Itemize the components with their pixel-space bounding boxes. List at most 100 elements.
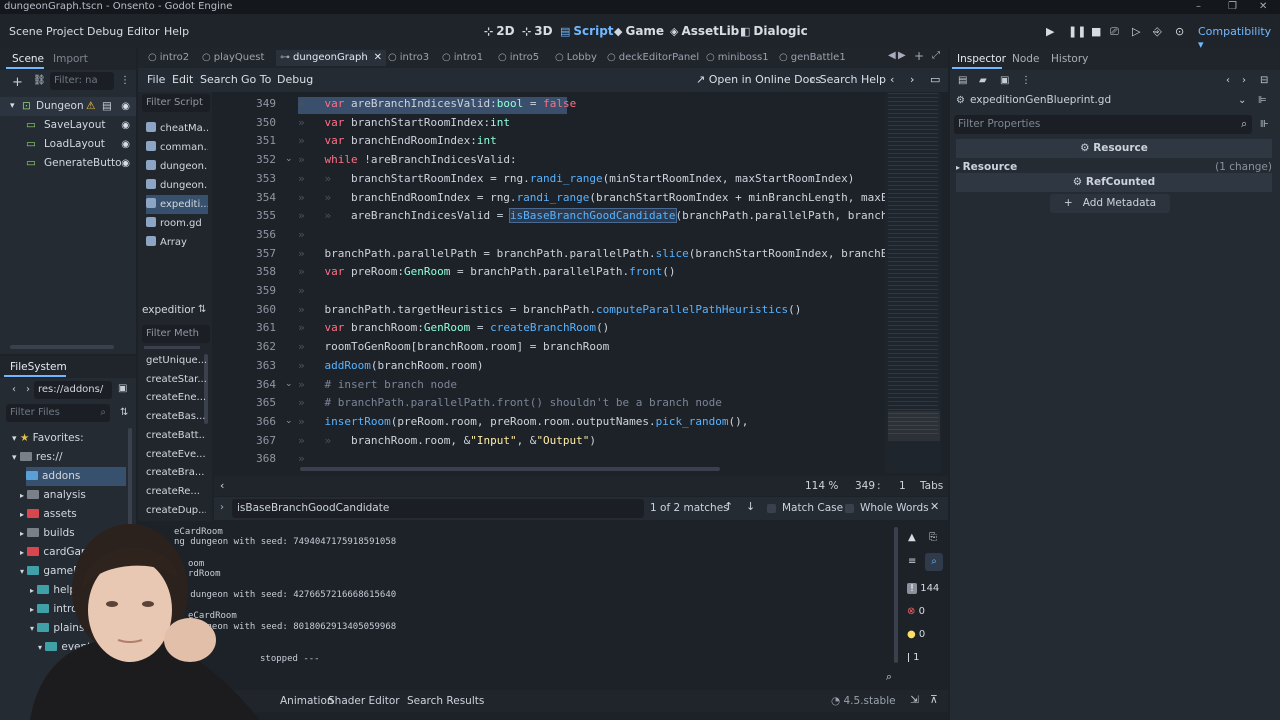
output-filter-input[interactable]: ⌕: [140, 668, 896, 686]
workspace-dialogic-button[interactable]: ◧ Dialogic: [740, 24, 808, 38]
warning-icon[interactable]: ⚠: [86, 97, 95, 116]
fs-folder-intro[interactable]: ▸ intro: [30, 600, 78, 619]
scene-hscrollbar[interactable]: [10, 345, 114, 349]
script-tab[interactable]: ○ Lobby: [555, 50, 597, 66]
link-icon[interactable]: ⛓: [33, 75, 46, 86]
history-forward-icon[interactable]: ›: [910, 73, 914, 86]
add-metadata-button[interactable]: + Add Metadata: [1050, 194, 1170, 213]
play-icon[interactable]: ▶: [1046, 25, 1054, 38]
fold-arrow-icon[interactable]: ⌄: [285, 379, 293, 389]
menu-help[interactable]: Help: [164, 25, 189, 38]
search-icon[interactable]: ⌕: [925, 553, 943, 571]
expand-replace-icon[interactable]: ›: [220, 502, 224, 513]
error-filter-button[interactable]: ⊗ 0: [907, 603, 943, 621]
script-tab[interactable]: ○ intro5: [498, 50, 539, 66]
filesystem-path-input[interactable]: res://addons/: [34, 381, 112, 399]
add-node-icon[interactable]: +: [12, 75, 23, 90]
remote-debug-icon[interactable]: ⎚: [1110, 25, 1119, 39]
menu-project[interactable]: Project: [46, 25, 84, 38]
menu-editor[interactable]: Editor: [127, 25, 160, 38]
tab-scene[interactable]: Scene: [12, 53, 44, 65]
search-help-button[interactable]: ⌕ Search Help: [810, 73, 886, 87]
filter-scripts-input[interactable]: Filter Script: [142, 94, 210, 112]
script-menu-goto[interactable]: Go To: [241, 73, 271, 86]
tab-history[interactable]: History: [1051, 53, 1088, 65]
fs-folder-addons[interactable]: addons: [26, 467, 126, 486]
script-list-item[interactable]: dungeon...: [146, 176, 208, 195]
new-resource-icon[interactable]: ▤: [958, 75, 967, 86]
copy-icon[interactable]: ⎘: [929, 532, 937, 543]
script-tab[interactable]: ○ miniboss1: [706, 50, 769, 66]
pin-bottom-panel-icon[interactable]: ⇲: [910, 694, 919, 706]
distraction-free-icon[interactable]: ⤢: [932, 50, 940, 61]
script-tab[interactable]: ○ playQuest: [202, 50, 264, 66]
tab-filesystem[interactable]: FileSystem: [10, 361, 67, 373]
save-icon[interactable]: ▣: [1000, 75, 1009, 86]
open-online-docs-button[interactable]: ↗ Open in Online Docs: [696, 73, 821, 86]
script-list-item[interactable]: comman...: [146, 138, 208, 157]
expand-bottom-panel-icon[interactable]: ⊼: [930, 694, 938, 706]
sort-icon[interactable]: ⇅: [120, 407, 128, 418]
method-list-item[interactable]: createEve...: [146, 445, 206, 464]
close-button[interactable]: ✕: [1259, 0, 1267, 13]
fs-folder-plains[interactable]: ▾ plains: [30, 619, 84, 638]
script-tab[interactable]: ○ genBattle1: [779, 50, 846, 66]
method-list-item[interactable]: createStar...: [146, 370, 206, 389]
script-tab[interactable]: ⊶ dungeonGraph ✕: [276, 50, 387, 66]
script-list-item[interactable]: expediti...: [146, 195, 208, 214]
menu-debug[interactable]: Debug: [87, 25, 123, 38]
tab-node[interactable]: Node: [1012, 53, 1039, 65]
whole-words-checkbox[interactable]: [845, 504, 854, 513]
fs-favorites[interactable]: ▾ ★ Favorites:: [12, 429, 84, 448]
workspace-assetlib-button[interactable]: ◈ AssetLib: [670, 24, 739, 38]
visibility-eye-icon[interactable]: ◉: [121, 154, 130, 173]
fold-arrow-icon[interactable]: ⌄: [285, 154, 293, 164]
method-list-item[interactable]: createDup...: [146, 501, 206, 520]
filter-methods-input[interactable]: Filter Meth: [142, 325, 210, 343]
match-case-checkbox[interactable]: [767, 504, 776, 513]
object-properties-icon[interactable]: ⊫: [1258, 95, 1267, 106]
find-previous-icon[interactable]: ↑: [724, 500, 733, 513]
tab-search-results[interactable]: Search Results: [407, 695, 484, 707]
method-list-item[interactable]: createRe...: [146, 482, 206, 501]
settings-icon[interactable]: ⊪: [1260, 119, 1269, 130]
method-list-item[interactable]: createBra...: [146, 463, 206, 482]
method-list-item[interactable]: createEne...: [146, 388, 206, 407]
fs-folder-gamedungeon[interactable]: ▾ gameDunge: [20, 562, 108, 581]
stop-icon[interactable]: ■: [1091, 25, 1101, 38]
tree-node-savelayout[interactable]: ▭ SaveLayout ◉: [0, 116, 136, 135]
filter-properties-input[interactable]: Filter Properties ⌕: [954, 115, 1252, 134]
tree-node-generatebutton[interactable]: ▭ GenerateButto ◉: [0, 154, 136, 173]
menu-scene[interactable]: Scene: [9, 25, 43, 38]
version-label[interactable]: ◔ 4.5.stable: [831, 695, 896, 707]
more-options-icon[interactable]: ⋮: [120, 75, 130, 86]
tab-shader-editor[interactable]: Shader Editor: [328, 695, 400, 707]
script-list-item[interactable]: cheatMa...: [146, 119, 208, 138]
fs-root[interactable]: ▾ res://: [12, 448, 63, 467]
workspace-3d-button[interactable]: ⊹ 3D: [522, 24, 553, 38]
script-tab[interactable]: ○ intro3: [388, 50, 429, 66]
script-menu-file[interactable]: File: [147, 73, 165, 86]
find-input[interactable]: isBaseBranchGoodCandidate: [232, 499, 644, 518]
output-vscrollbar[interactable]: [894, 527, 898, 663]
tab-inspector[interactable]: Inspector: [957, 53, 1006, 65]
tab-import[interactable]: Import: [53, 53, 88, 65]
close-find-icon[interactable]: ✕: [930, 500, 939, 513]
script-attached-icon[interactable]: ▤: [102, 97, 112, 116]
forward-arrow-icon[interactable]: ›: [26, 384, 30, 395]
filter-files-input[interactable]: Filter Files ⌕: [6, 404, 110, 422]
fold-arrow-icon[interactable]: ⌄: [285, 416, 293, 426]
chevron-down-icon[interactable]: ⌄: [1238, 95, 1246, 106]
history-back-icon[interactable]: ‹: [1226, 75, 1230, 86]
clear-icon[interactable]: ≡: [908, 556, 916, 567]
history-forward-icon[interactable]: ›: [1242, 75, 1246, 86]
method-list-item[interactable]: createBatt...: [146, 426, 206, 445]
workspace-game-button[interactable]: ◆ Game: [614, 24, 664, 38]
visibility-eye-icon[interactable]: ◉: [121, 116, 130, 135]
add-tab-icon[interactable]: +: [914, 49, 924, 63]
maximize-button[interactable]: ❐: [1228, 0, 1237, 13]
resource-path[interactable]: expeditionGenBlueprint.gd: [970, 94, 1111, 106]
script-list-item[interactable]: dungeon...: [146, 157, 208, 176]
tabs-scroll-left-icon[interactable]: ◀: [888, 50, 896, 61]
zoom-level[interactable]: 114 %: [805, 480, 838, 492]
